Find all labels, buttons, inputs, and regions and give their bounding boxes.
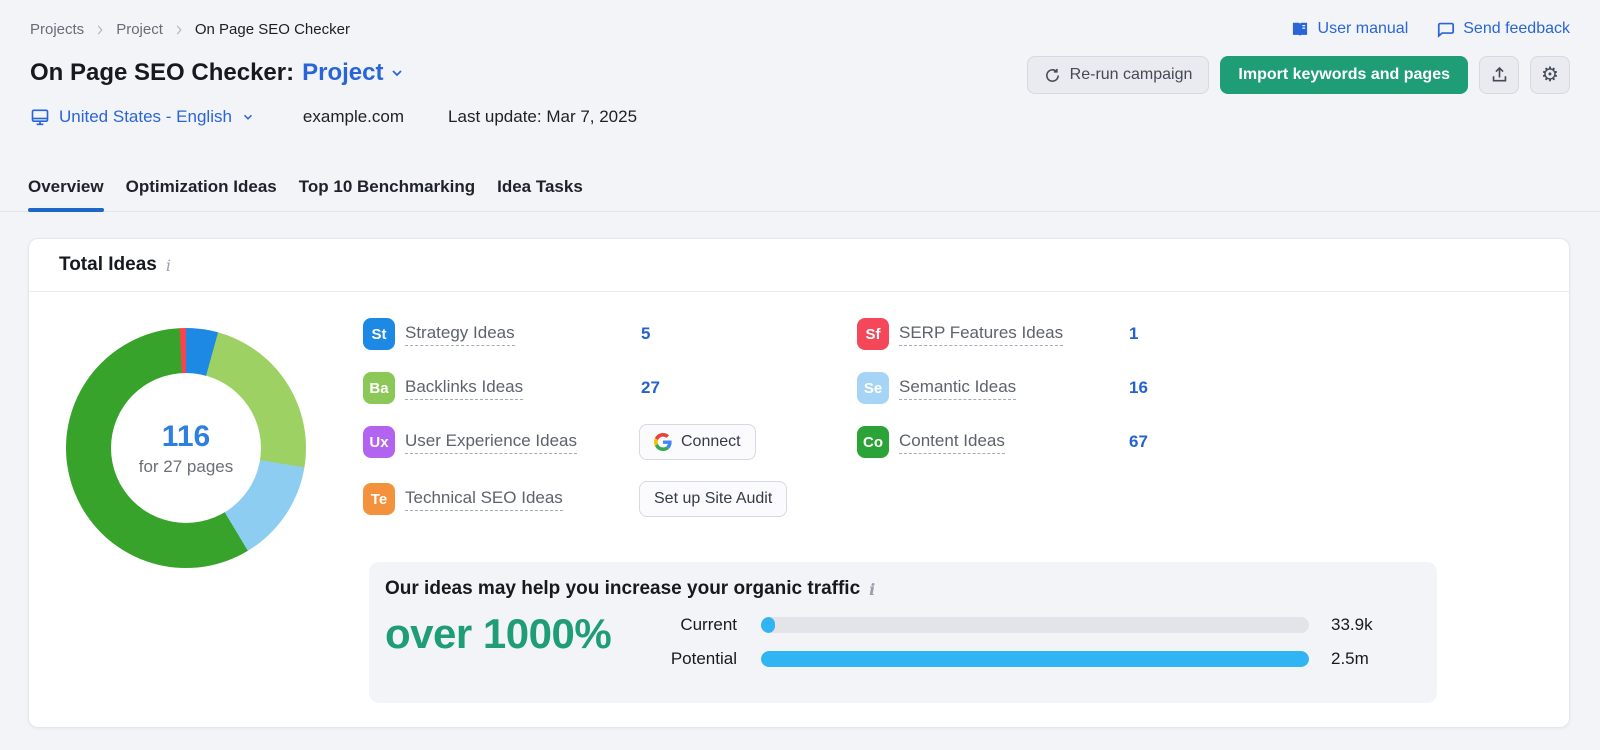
traffic-heading: Our ideas may help you increase your org…: [385, 578, 875, 600]
backlinks-badge: Ba: [363, 372, 395, 404]
monitor-icon: [30, 107, 50, 127]
traffic-bars: Current 33.9k Potential 2.5m: [637, 612, 1373, 680]
semantic-badge: Se: [857, 372, 889, 404]
campaign-domain: example.com: [302, 107, 405, 126]
current-bar-track: [761, 617, 1309, 633]
backlinks-ideas-count[interactable]: 27: [641, 378, 660, 398]
gear-icon: ⚙: [1541, 64, 1559, 86]
connect-google-button[interactable]: Connect: [639, 424, 756, 460]
breadcrumb: Projects Project On Page SEO Checker: [30, 21, 350, 38]
idea-row-semantic: Se Semantic Ideas: [857, 372, 1017, 404]
idea-row-technical-seo: Te Technical SEO Ideas: [363, 483, 563, 515]
potential-label: Potential: [670, 649, 737, 668]
idea-row-backlinks: Ba Backlinks Ideas: [363, 372, 524, 404]
campaign-meta: United States - English example.com Last…: [30, 104, 637, 130]
rerun-campaign-label: Re-run campaign: [1069, 66, 1193, 83]
user-experience-badge: Ux: [363, 426, 395, 458]
strategy-badge: St: [363, 318, 395, 350]
feedback-bubble-icon: [1436, 20, 1455, 39]
last-update: Last update: Mar 7, 2025: [448, 107, 638, 126]
organic-traffic-panel: Our ideas may help you increase your org…: [369, 562, 1437, 703]
project-selector[interactable]: Project: [302, 59, 405, 87]
potential-value: 2.5m: [1331, 649, 1369, 668]
total-ideas-card: Total Ideas i 116 for 27 pages St Strate…: [28, 238, 1570, 728]
rerun-campaign-button[interactable]: Re-run campaign: [1026, 56, 1210, 94]
idea-row-content: Co Content Ideas: [857, 426, 1005, 458]
locale-selector[interactable]: United States - English: [30, 107, 255, 127]
user-manual-link[interactable]: User manual: [1290, 19, 1409, 39]
total-ideas-pages: for 27 pages: [138, 456, 234, 476]
setup-site-audit-button[interactable]: Set up Site Audit: [639, 481, 788, 517]
semantic-ideas-count[interactable]: 16: [1129, 378, 1148, 398]
header-links: User manual Send feedback: [1290, 19, 1570, 39]
idea-row-user-experience: Ux User Experience Ideas: [363, 426, 577, 458]
info-icon[interactable]: i: [166, 256, 171, 275]
tab-bar: Overview Optimization Ideas Top 10 Bench…: [0, 173, 1600, 212]
header-actions: Re-run campaign Import keywords and page…: [1026, 56, 1570, 94]
connect-google-label: Connect: [681, 433, 741, 450]
technical-seo-ideas-link[interactable]: Technical SEO Ideas: [405, 488, 563, 511]
page-title-text: On Page SEO Checker:: [30, 59, 295, 86]
total-ideas-count: 116: [161, 419, 211, 453]
content-ideas-count[interactable]: 67: [1129, 432, 1148, 452]
idea-row-strategy: St Strategy Ideas: [363, 318, 515, 350]
strategy-ideas-link[interactable]: Strategy Ideas: [405, 323, 515, 346]
card-title: Total Ideas: [59, 254, 157, 275]
idea-row-serp-features: Sf SERP Features Ideas: [857, 318, 1064, 350]
send-feedback-label: Send feedback: [1463, 20, 1570, 37]
content-badge: Co: [857, 426, 889, 458]
chevron-down-icon: [241, 110, 255, 124]
tab-optimization-ideas[interactable]: Optimization Ideas: [126, 173, 277, 211]
upload-icon: [1490, 66, 1509, 85]
tab-idea-tasks[interactable]: Idea Tasks: [497, 173, 583, 211]
current-label: Current: [680, 615, 737, 634]
current-value: 33.9k: [1331, 615, 1373, 634]
potential-bar-track: [761, 651, 1309, 667]
donut-center: 116 for 27 pages: [111, 373, 261, 523]
chevron-down-icon: [389, 65, 405, 81]
locale-label: United States - English: [59, 107, 232, 126]
traffic-row-potential: Potential 2.5m: [637, 646, 1373, 672]
info-icon[interactable]: i: [869, 580, 875, 599]
tab-top10-benchmarking[interactable]: Top 10 Benchmarking: [299, 173, 475, 211]
chevron-right-icon: [172, 23, 186, 37]
traffic-increase-value: over 1000%: [385, 610, 612, 657]
user-experience-ideas-link[interactable]: User Experience Ideas: [405, 431, 577, 454]
chevron-right-icon: [93, 23, 107, 37]
settings-button[interactable]: ⚙: [1530, 56, 1570, 94]
setup-site-audit-label: Set up Site Audit: [654, 490, 773, 507]
serp-features-ideas-link[interactable]: SERP Features Ideas: [899, 323, 1064, 346]
backlinks-ideas-link[interactable]: Backlinks Ideas: [405, 377, 524, 400]
traffic-heading-text: Our ideas may help you increase your org…: [385, 578, 861, 599]
page: { "colors": { "page_bg": "#f3f4f8", "lin…: [0, 0, 1600, 750]
serp-features-badge: Sf: [857, 318, 889, 350]
card-header: Total Ideas i: [29, 239, 1569, 292]
breadcrumb-project[interactable]: Project: [116, 21, 163, 38]
current-bar-fill: [761, 617, 776, 633]
export-button[interactable]: [1479, 56, 1519, 94]
project-selector-label: Project: [302, 59, 384, 86]
user-manual-label: User manual: [1317, 20, 1409, 37]
book-icon: [1290, 19, 1310, 39]
strategy-ideas-count[interactable]: 5: [641, 324, 650, 344]
google-logo-icon: [654, 433, 672, 451]
serp-features-ideas-count[interactable]: 1: [1129, 324, 1138, 344]
traffic-row-current: Current 33.9k: [637, 612, 1373, 638]
tab-overview[interactable]: Overview: [28, 173, 104, 212]
import-keywords-button[interactable]: Import keywords and pages: [1220, 56, 1468, 94]
breadcrumb-projects[interactable]: Projects: [30, 21, 84, 38]
potential-bar-fill: [761, 651, 1309, 667]
breadcrumb-current: On Page SEO Checker: [194, 21, 350, 38]
technical-seo-badge: Te: [363, 483, 395, 515]
semantic-ideas-link[interactable]: Semantic Ideas: [899, 377, 1017, 400]
send-feedback-link[interactable]: Send feedback: [1436, 20, 1570, 39]
content-ideas-link[interactable]: Content Ideas: [899, 431, 1005, 454]
total-ideas-donut: 116 for 27 pages: [66, 328, 306, 568]
page-title: On Page SEO Checker: Project: [30, 59, 405, 87]
refresh-icon: [1044, 67, 1061, 84]
